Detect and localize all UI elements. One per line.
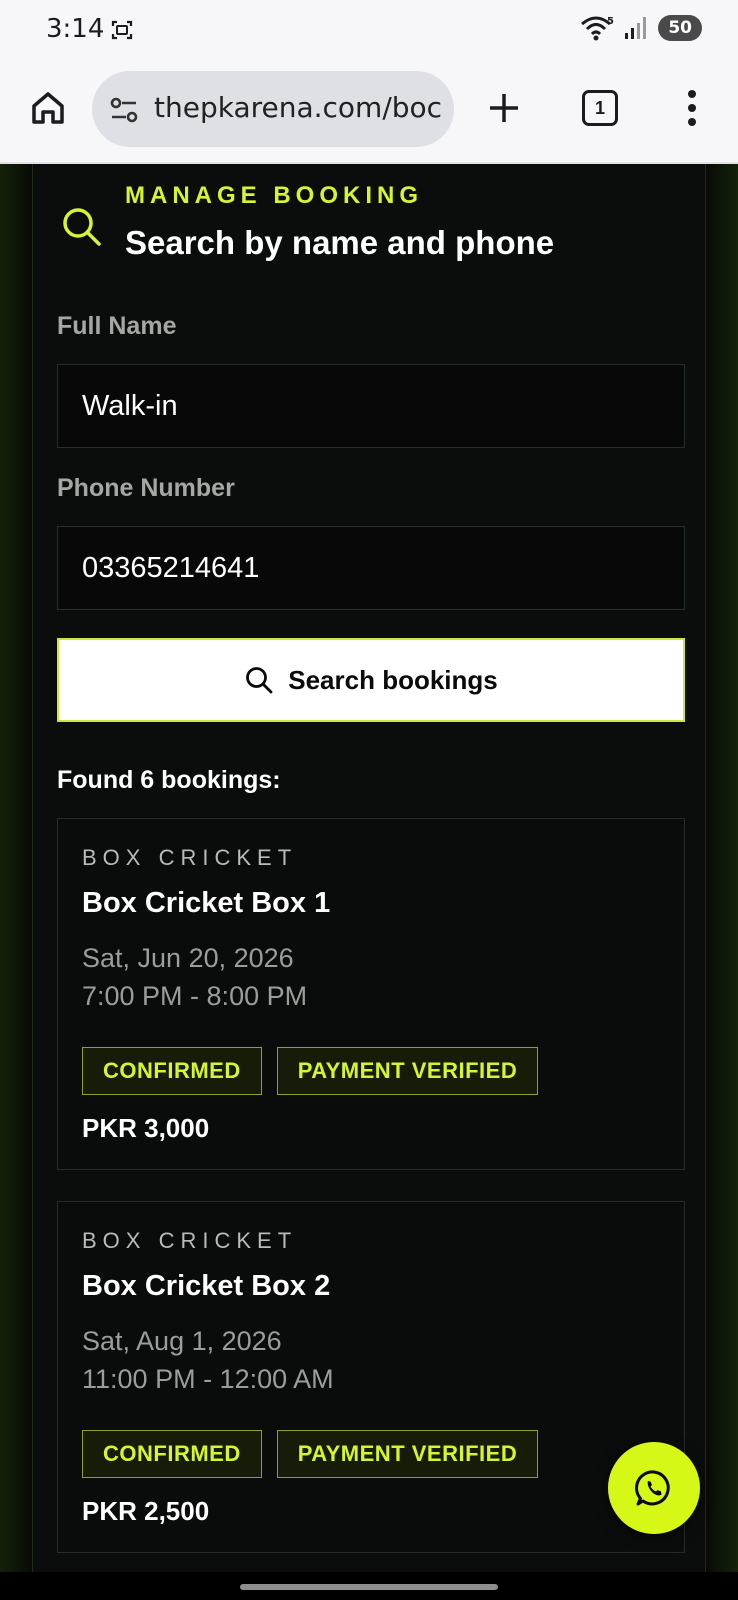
- whatsapp-icon: [635, 1470, 670, 1506]
- home-icon[interactable]: [28, 88, 68, 128]
- booking-badges: CONFIRMED PAYMENT VERIFIED: [82, 1430, 539, 1478]
- payment-badge: PAYMENT VERIFIED: [276, 1047, 539, 1095]
- booking-title: Box Cricket Box 2: [82, 1270, 331, 1302]
- full-name-input[interactable]: Walk-in: [57, 364, 685, 448]
- battery-indicator: 50: [658, 15, 702, 41]
- status-badge: CONFIRMED: [82, 1047, 262, 1095]
- signal-icon: [625, 17, 647, 39]
- whatsapp-button[interactable]: [608, 1442, 700, 1534]
- section-heading: Search by name and phone: [125, 224, 555, 261]
- booking-time: 7:00 PM - 8:00 PM: [82, 981, 308, 1011]
- search-icon: [246, 667, 273, 694]
- booking-time: 11:00 PM - 12:00 AM: [82, 1364, 334, 1394]
- network-type-label: 5: [607, 16, 614, 27]
- booking-sport: BOX CRICKET: [82, 1228, 298, 1253]
- address-bar[interactable]: thepkarena.com/boc: [92, 71, 454, 147]
- booking-date: Sat, Jun 20, 2026: [82, 943, 294, 973]
- booking-card[interactable]: BOX CRICKET Box Cricket Box 2 Sat, Aug 1…: [57, 1201, 685, 1553]
- full-name-label: Full Name: [57, 312, 177, 340]
- background-glow-left: [0, 164, 34, 1572]
- status-time: 3:14: [46, 14, 105, 44]
- search-bookings-label: Search bookings: [288, 664, 498, 695]
- booking-title: Box Cricket Box 1: [82, 887, 331, 919]
- booking-badges: CONFIRMED PAYMENT VERIFIED: [82, 1047, 539, 1095]
- booking-card[interactable]: BOX CRICKET Box Cricket Box 1 Sat, Jun 2…: [57, 818, 685, 1170]
- section-eyebrow: MANAGE BOOKING: [125, 182, 423, 209]
- screenshot-icon: [111, 20, 133, 40]
- booking-price: PKR 3,000: [82, 1113, 210, 1143]
- browser-toolbar: thepkarena.com/boc 1: [0, 62, 738, 164]
- wifi-icon: 5: [581, 16, 614, 41]
- booking-price: PKR 2,500: [82, 1496, 210, 1526]
- tune-icon[interactable]: [110, 97, 138, 123]
- background-glow-right: [704, 164, 738, 1572]
- booking-sport: BOX CRICKET: [82, 845, 298, 870]
- system-navigation-bar: [0, 1572, 738, 1600]
- payment-badge: PAYMENT VERIFIED: [276, 1430, 539, 1478]
- search-icon: [63, 208, 101, 246]
- manage-booking-panel: MANAGE BOOKING Search by name and phone …: [32, 164, 706, 1572]
- phone-number-label: Phone Number: [57, 474, 235, 502]
- search-bookings-button[interactable]: Search bookings: [57, 638, 685, 722]
- phone-number-input[interactable]: 03365214641: [57, 526, 685, 610]
- results-summary: Found 6 bookings:: [57, 766, 281, 794]
- booking-date: Sat, Aug 1, 2026: [82, 1326, 282, 1356]
- status-badge: CONFIRMED: [82, 1430, 262, 1478]
- url-text: thepkarena.com/boc: [154, 91, 443, 124]
- more-vert-icon[interactable]: [684, 88, 700, 128]
- web-page: MANAGE BOOKING Search by name and phone …: [0, 164, 738, 1572]
- status-indicators: 5 50: [580, 14, 702, 42]
- tabs-count-button[interactable]: 1: [582, 90, 618, 126]
- status-bar: 3:14 5 50: [0, 0, 738, 62]
- gesture-handle[interactable]: [240, 1584, 498, 1590]
- plus-icon[interactable]: [484, 88, 524, 128]
